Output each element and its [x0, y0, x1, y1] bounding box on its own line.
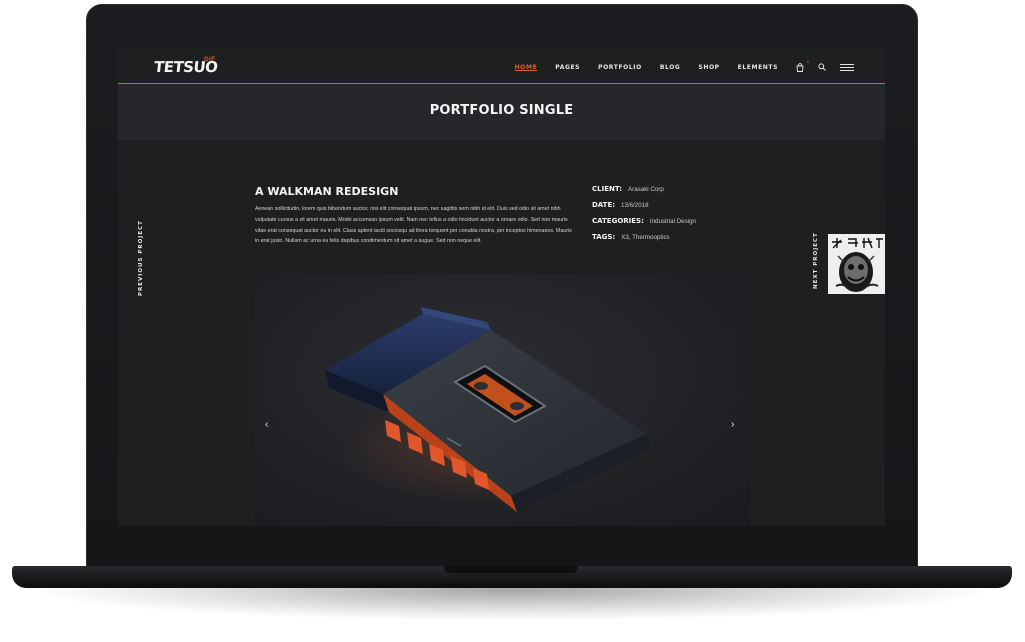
cart-count-badge: 0	[806, 58, 809, 64]
meta-value: 13/6/2018	[621, 202, 649, 209]
menu-icon-bar	[840, 69, 854, 71]
project-description: Aenean sollicitudin, lorem quis bibendum…	[255, 206, 572, 245]
meta-label: TAGS:	[592, 233, 616, 241]
browser-screen: TETSUO GIF HOME PAGES PORTFOLIO BLOG SHO…	[118, 48, 885, 526]
meta-value: Arasaki Corp	[628, 186, 664, 193]
meta-client: CLIENT: Arasaki Corp	[592, 185, 732, 201]
search-icon[interactable]	[818, 63, 826, 71]
meta-label: CLIENT:	[592, 185, 623, 193]
main-nav: HOME PAGES PORTFOLIO BLOG SHOP ELEMENTS …	[515, 59, 885, 73]
meta-date: DATE: 13/6/2018	[592, 201, 732, 217]
meta-value[interactable]: Industrial Design	[650, 218, 696, 225]
nav-shop[interactable]: SHOP	[698, 64, 719, 71]
project-meta: CLIENT: Arasaki Corp DATE: 13/6/2018 CAT…	[592, 185, 732, 249]
nav-blog[interactable]: BLOG	[660, 64, 681, 71]
meta-label: DATE:	[592, 201, 616, 209]
nav-elements[interactable]: ELEMENTS	[738, 64, 778, 71]
nav-pages[interactable]: PAGES	[555, 64, 580, 71]
laptop-notch	[444, 566, 578, 573]
meta-value[interactable]: X3, Thermooptics	[621, 234, 669, 241]
previous-project-link[interactable]: PREVIOUS PROJECT	[138, 220, 144, 296]
next-project-thumbnail[interactable]	[828, 234, 885, 294]
logo-sup: GIF	[204, 57, 216, 63]
search-icon-glyph	[818, 63, 826, 71]
title-band: PORTFOLIO SINGLE	[118, 84, 885, 140]
gallery-prev-arrow[interactable]: ‹	[265, 419, 268, 430]
nav-portfolio[interactable]: PORTFOLIO	[598, 64, 642, 71]
meta-categories: CATEGORIES: Industrial Design	[592, 217, 732, 233]
meta-label: CATEGORIES:	[592, 217, 644, 225]
site-header: TETSUO GIF HOME PAGES PORTFOLIO BLOG SHO…	[118, 48, 885, 84]
menu-icon-bar	[840, 66, 854, 68]
project-title: A WALKMAN REDESIGN	[255, 185, 399, 198]
project-gallery: ‹ ›	[255, 274, 750, 526]
page-title: PORTFOLIO SINGLE	[429, 103, 574, 118]
laptop-base	[12, 566, 1012, 588]
meta-tags: TAGS: X3, Thermooptics	[592, 233, 732, 249]
cart-icon[interactable]: 0	[796, 59, 809, 72]
nav-home[interactable]: HOME	[515, 64, 538, 71]
cart-icon-glyph	[796, 62, 804, 72]
next-project-link[interactable]: NEXT PROJECT	[813, 232, 819, 289]
menu-icon-bar	[840, 63, 854, 65]
walkman-image	[325, 307, 651, 512]
menu-icon[interactable]	[840, 63, 854, 71]
gallery-next-arrow[interactable]: ›	[731, 419, 734, 430]
next-project-image	[828, 234, 885, 294]
